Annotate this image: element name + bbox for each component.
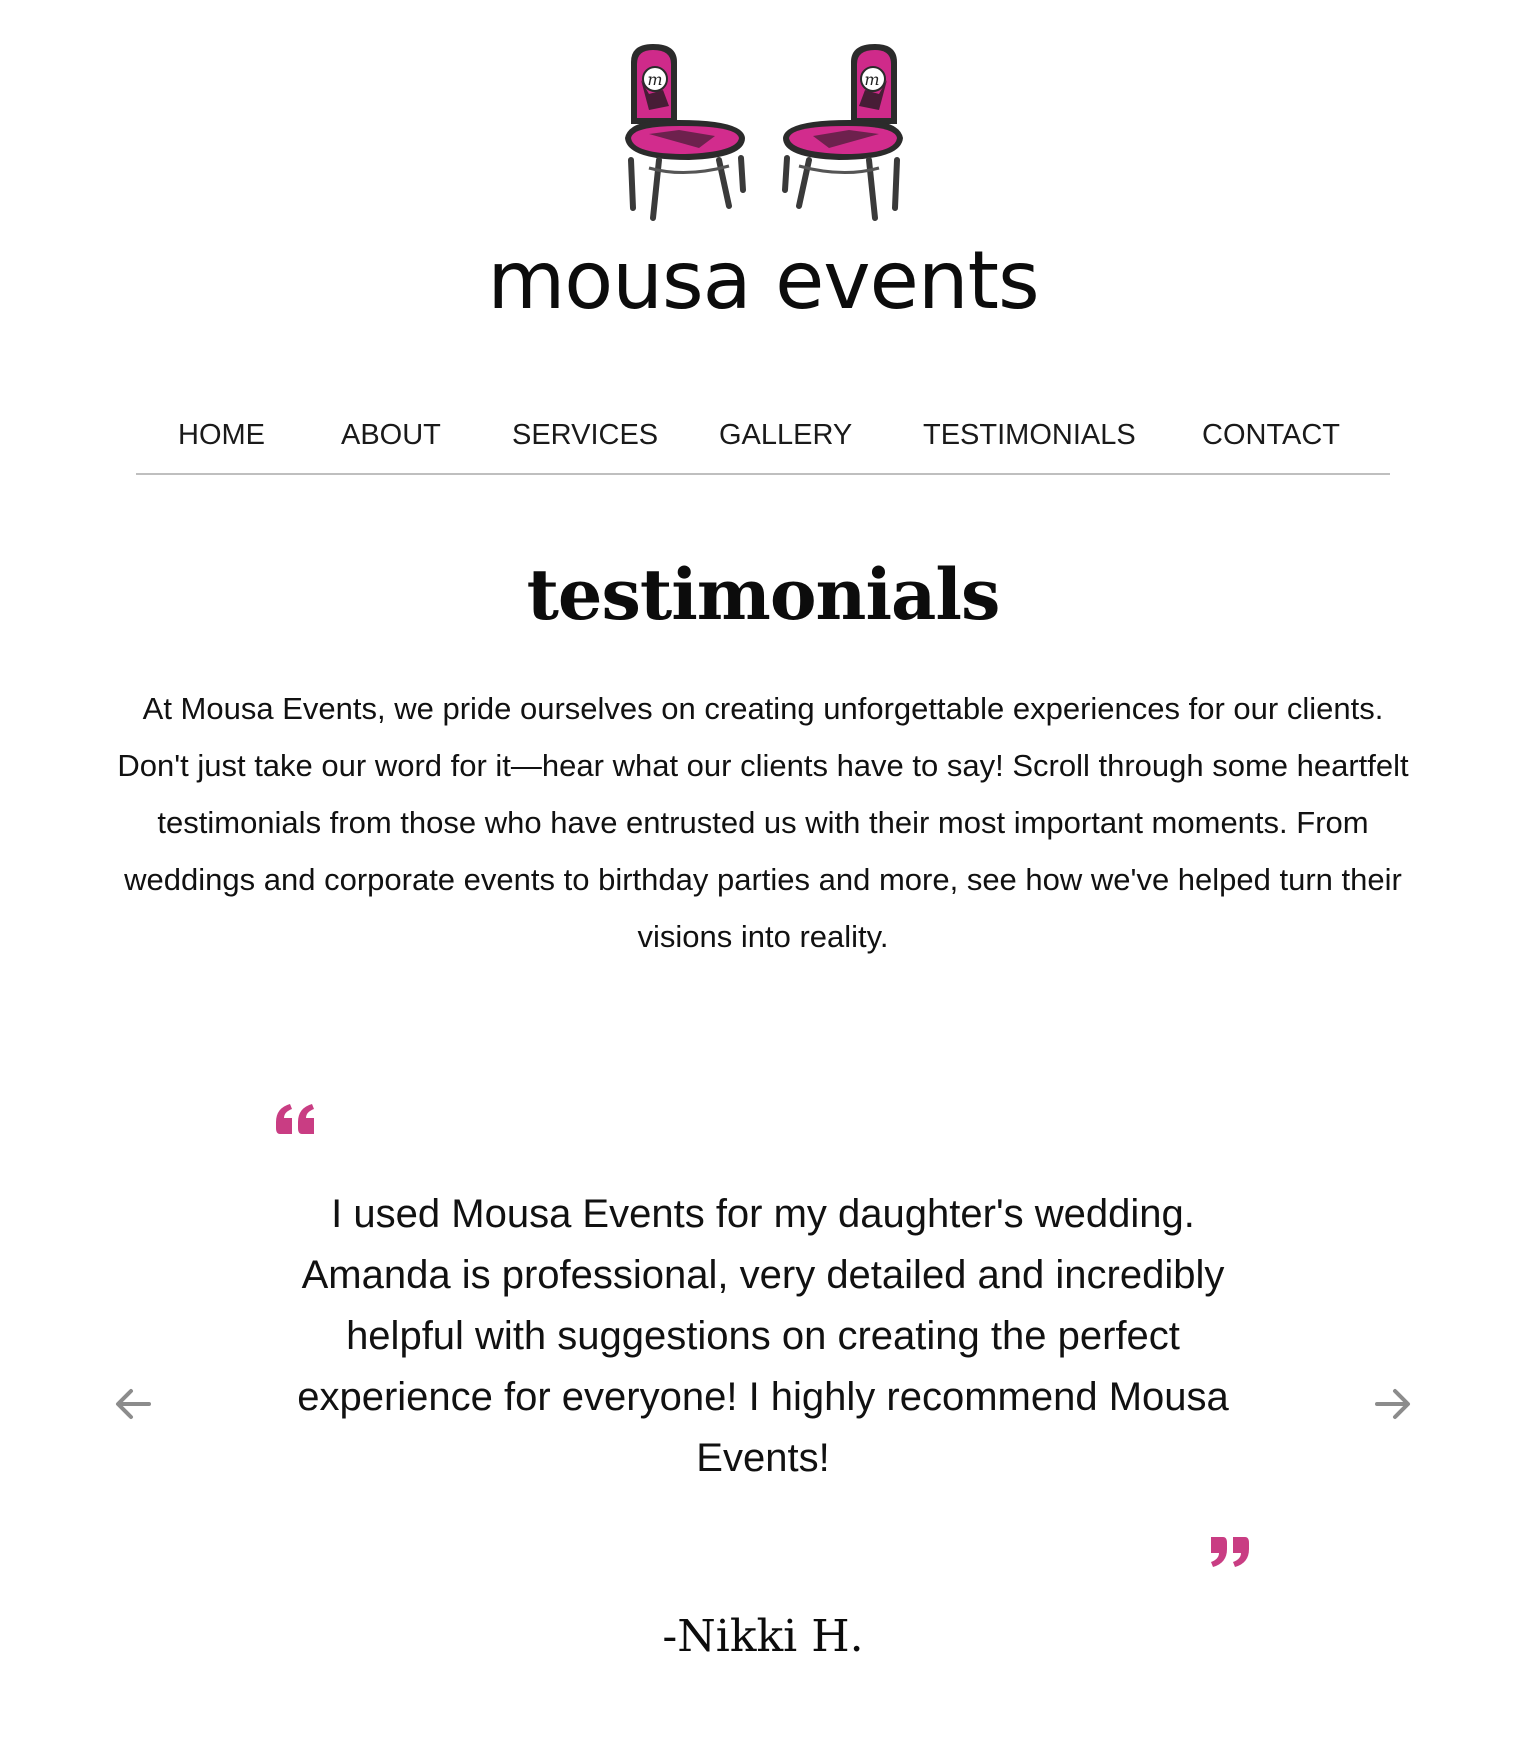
brand-name[interactable]: mousa events bbox=[0, 226, 1526, 336]
right-chair-graphic bbox=[782, 44, 903, 221]
close-quote-icon bbox=[1211, 1537, 1249, 1567]
nav-item-contact[interactable]: CONTACT bbox=[1202, 415, 1340, 455]
two-pink-chairs-logo-icon[interactable]: m m bbox=[619, 40, 909, 224]
left-chair-graphic: m bbox=[625, 44, 746, 221]
nav-item-testimonials[interactable]: TESTIMONIALS bbox=[923, 415, 1136, 455]
intro-paragraph: At Mousa Events, we pride ourselves on c… bbox=[117, 691, 1409, 954]
page-title: testimonials bbox=[526, 553, 1001, 636]
testimonial-author: -Nikki H. bbox=[662, 1611, 864, 1662]
nav-item-home[interactable]: HOME bbox=[178, 415, 265, 455]
main-nav: HOME ABOUT SERVICES GALLERY TESTIMONIALS… bbox=[136, 405, 1390, 475]
svg-text:m: m bbox=[647, 70, 662, 89]
nav-item-services[interactable]: SERVICES bbox=[512, 415, 658, 455]
nav-item-about[interactable]: ABOUT bbox=[341, 415, 441, 455]
nav-item-gallery[interactable]: GALLERY bbox=[719, 415, 852, 455]
arrow-right-icon[interactable] bbox=[1373, 1386, 1413, 1422]
svg-text:m: m bbox=[864, 70, 879, 89]
testimonial-quote: I used Mousa Events for my daughter's we… bbox=[297, 1192, 1229, 1480]
arrow-left-icon[interactable] bbox=[113, 1386, 153, 1422]
open-quote-icon bbox=[276, 1104, 314, 1134]
